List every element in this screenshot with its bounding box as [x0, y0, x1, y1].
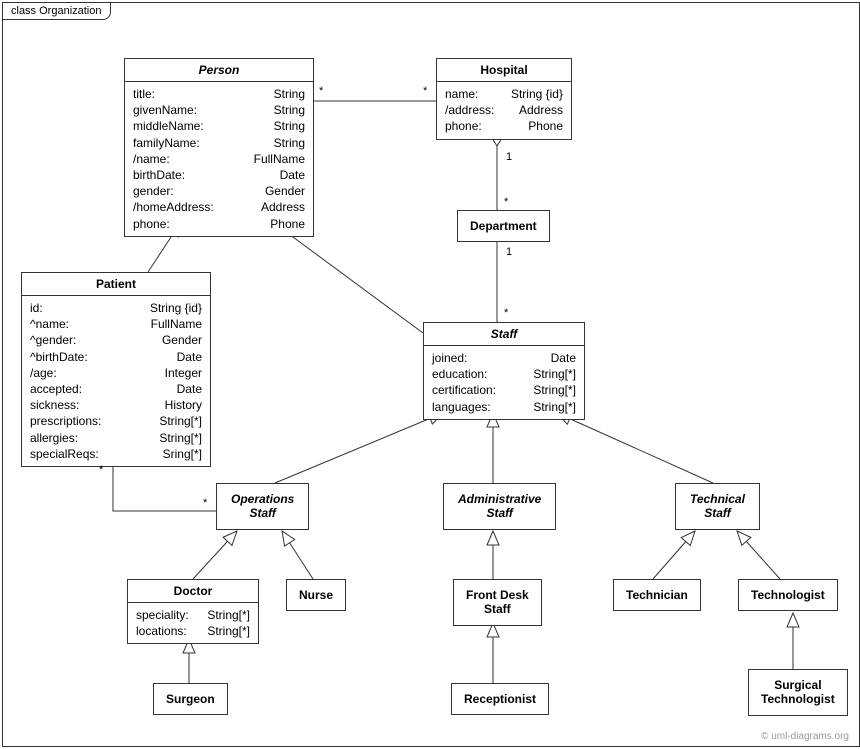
attribute-row: phone:Phone — [133, 216, 305, 232]
class-surgeon: Surgeon — [153, 683, 228, 715]
mult-hosp-dept-1: 1 — [506, 151, 512, 163]
attribute-row: givenName:String — [133, 102, 305, 118]
class-person-name: Person — [125, 59, 313, 82]
class-admin-staff-name: AdministrativeStaff — [444, 484, 555, 529]
class-doctor-attrs: speciality:String[*]locations:String[*] — [128, 603, 258, 643]
attribute-row: ^birthDate:Date — [30, 349, 202, 365]
attribute-row: /age:Integer — [30, 365, 202, 381]
attribute-row: /address:Address — [445, 102, 563, 118]
mult-hospital-side: * — [423, 85, 427, 97]
attribute-row: name:String {id} — [445, 86, 563, 102]
mult-ops-side: * — [203, 497, 207, 509]
class-operations-staff-name: OperationsStaff — [217, 484, 308, 529]
attribute-row: phone:Phone — [445, 118, 563, 134]
attribute-row: education:String[*] — [432, 366, 576, 382]
attribute-row: ^gender:Gender — [30, 332, 202, 348]
class-technologist: Technologist — [738, 579, 838, 611]
attribute-row: gender:Gender — [133, 183, 305, 199]
class-hospital-attrs: name:String {id}/address:Addressphone:Ph… — [437, 82, 571, 139]
class-technician-name: Technician — [614, 580, 700, 610]
class-doctor-name: Doctor — [128, 580, 258, 603]
attribute-row: familyName:String — [133, 135, 305, 151]
attribute-row: id:String {id} — [30, 300, 202, 316]
class-patient-name: Patient — [22, 273, 210, 296]
class-hospital-name: Hospital — [437, 59, 571, 82]
attribute-row: ^name:FullName — [30, 316, 202, 332]
mult-person-side: * — [319, 85, 323, 97]
attribute-row: joined:Date — [432, 350, 576, 366]
attribute-row: specialReqs:Sring[*] — [30, 446, 202, 462]
class-tech-staff-name: TechnicalStaff — [676, 484, 759, 529]
attribute-row: languages:String[*] — [432, 399, 576, 415]
mult-dept-staff-star: * — [504, 307, 508, 319]
class-department: Department — [457, 210, 550, 242]
attribute-row: certification:String[*] — [432, 382, 576, 398]
attribute-row: middleName:String — [133, 118, 305, 134]
mult-dept-staff-1: 1 — [506, 246, 512, 258]
class-nurse-name: Nurse — [287, 580, 345, 610]
class-technologist-name: Technologist — [739, 580, 837, 610]
class-person-attrs: title:StringgivenName:StringmiddleName:S… — [125, 82, 313, 236]
mult-hosp-dept-star: * — [504, 196, 508, 208]
class-hospital: Hospital name:String {id}/address:Addres… — [436, 58, 572, 140]
attribute-row: birthDate:Date — [133, 167, 305, 183]
class-front-desk-name: Front DeskStaff — [454, 580, 541, 625]
attribute-row: locations:String[*] — [136, 623, 250, 639]
class-tech-staff: TechnicalStaff — [675, 483, 760, 530]
class-nurse: Nurse — [286, 579, 346, 611]
class-doctor: Doctor speciality:String[*]locations:Str… — [127, 579, 259, 644]
uml-frame: class Organization — [2, 2, 860, 747]
attribute-row: prescriptions:String[*] — [30, 413, 202, 429]
attribute-row: /homeAddress:Address — [133, 199, 305, 215]
class-staff-attrs: joined:Dateeducation:String[*]certificat… — [424, 346, 584, 419]
class-patient: Patient id:String {id}^name:FullName^gen… — [21, 272, 211, 467]
class-technician: Technician — [613, 579, 701, 611]
frame-title: class Organization — [2, 2, 111, 20]
class-person: Person title:StringgivenName:Stringmiddl… — [124, 58, 314, 237]
class-front-desk: Front DeskStaff — [453, 579, 542, 626]
class-receptionist: Receptionist — [451, 683, 549, 715]
attribute-row: sickness:History — [30, 397, 202, 413]
attribute-row: allergies:String[*] — [30, 430, 202, 446]
mult-patient-side: * — [99, 464, 103, 476]
class-operations-staff: OperationsStaff — [216, 483, 309, 530]
class-surgical-technologist-name: SurgicalTechnologist — [749, 670, 847, 715]
class-surgical-technologist: SurgicalTechnologist — [748, 669, 848, 716]
class-admin-staff: AdministrativeStaff — [443, 483, 556, 530]
attribute-row: /name:FullName — [133, 151, 305, 167]
attribute-row: accepted:Date — [30, 381, 202, 397]
class-staff-name: Staff — [424, 323, 584, 346]
class-patient-attrs: id:String {id}^name:FullName^gender:Gend… — [22, 296, 210, 466]
attribute-row: title:String — [133, 86, 305, 102]
class-department-name: Department — [458, 211, 549, 241]
attribute-row: speciality:String[*] — [136, 607, 250, 623]
class-receptionist-name: Receptionist — [452, 684, 548, 714]
class-surgeon-name: Surgeon — [154, 684, 227, 714]
class-staff: Staff joined:Dateeducation:String[*]cert… — [423, 322, 585, 420]
